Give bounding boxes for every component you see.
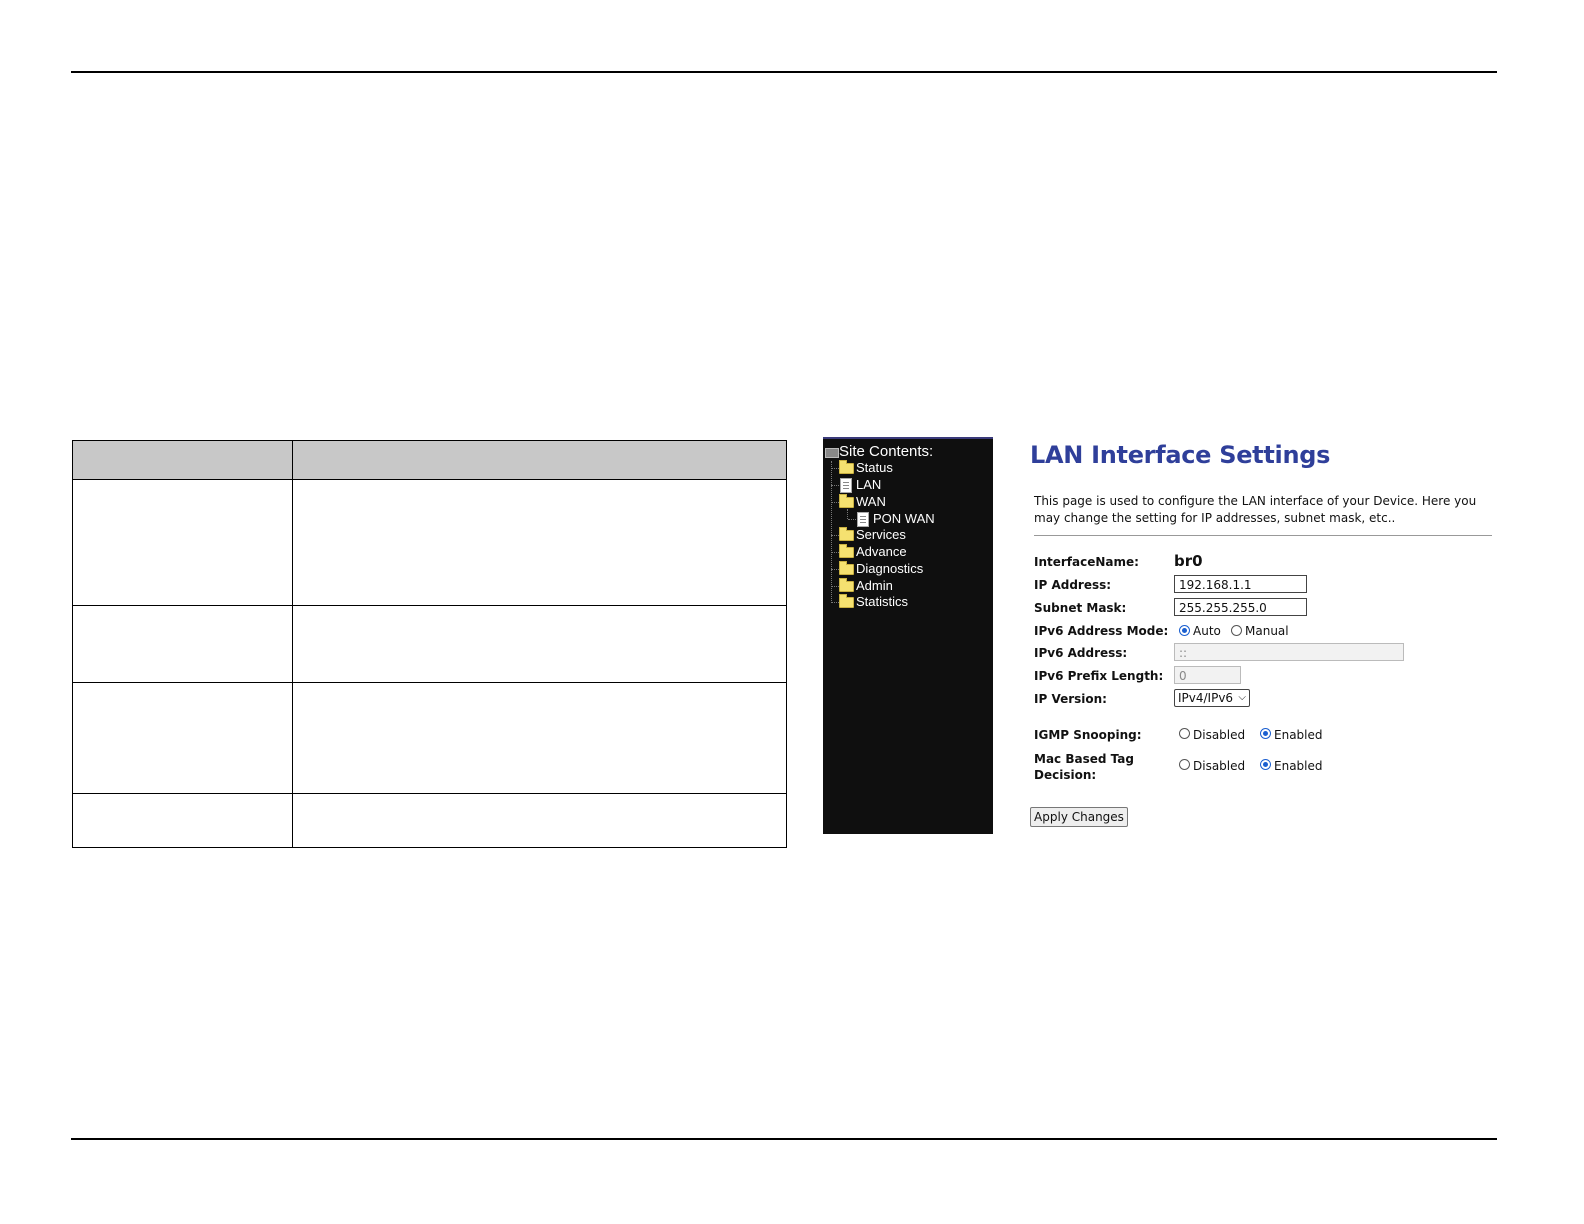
table-cell bbox=[72, 605, 293, 683]
table-row bbox=[72, 793, 787, 848]
mac-tag-enabled-radio[interactable] bbox=[1260, 759, 1271, 770]
igmp-enabled-radio[interactable] bbox=[1260, 728, 1271, 739]
sidebar-title: Site Contents: bbox=[823, 442, 993, 462]
table-cell bbox=[292, 605, 787, 683]
folder-icon bbox=[839, 561, 854, 575]
igmp-enabled-label: Enabled bbox=[1274, 728, 1323, 742]
folder-open-icon bbox=[839, 494, 854, 508]
ip-address-input[interactable]: 192.168.1.1 bbox=[1174, 575, 1307, 593]
mac-tag-disabled-label: Disabled bbox=[1193, 759, 1246, 773]
site-contents-sidebar: Site Contents: Status LAN WAN PON WAN Se… bbox=[823, 437, 993, 834]
table-header-cell bbox=[72, 440, 293, 480]
table-cell bbox=[72, 479, 293, 606]
table-row bbox=[72, 479, 787, 606]
ip-version-label: IP Version: bbox=[1034, 692, 1107, 706]
tree-line bbox=[831, 461, 832, 603]
mac-tag-disabled-radio[interactable] bbox=[1179, 759, 1190, 770]
table-row bbox=[72, 682, 787, 794]
folder-icon bbox=[839, 460, 854, 474]
ip-version-value: IPv4/IPv6 bbox=[1178, 691, 1234, 705]
page-title: LAN Interface Settings bbox=[1030, 441, 1331, 469]
subnet-mask-input[interactable]: 255.255.255.0 bbox=[1174, 598, 1307, 616]
top-rule bbox=[71, 71, 1497, 73]
ipv6-mode-manual-label: Manual bbox=[1245, 624, 1289, 638]
sidebar-title-label: Site Contents: bbox=[839, 443, 934, 460]
computer-icon bbox=[825, 448, 839, 458]
table-cell bbox=[292, 682, 787, 794]
igmp-snooping-label: IGMP Snooping: bbox=[1034, 728, 1142, 742]
table-cell bbox=[292, 793, 787, 848]
lan-settings-panel: LAN Interface Settings This page is used… bbox=[1010, 437, 1500, 837]
ip-version-select[interactable]: IPv4/IPv6 ⌵ bbox=[1174, 689, 1250, 707]
ipv6-address-label: IPv6 Address: bbox=[1034, 646, 1128, 660]
description-table bbox=[72, 440, 787, 848]
tree-line bbox=[847, 509, 848, 519]
igmp-disabled-radio[interactable] bbox=[1179, 728, 1190, 739]
folder-icon bbox=[839, 594, 854, 608]
divider bbox=[1034, 535, 1492, 536]
table-cell bbox=[292, 479, 787, 606]
folder-icon bbox=[839, 527, 854, 541]
ipv6-mode-manual-radio[interactable] bbox=[1231, 625, 1242, 636]
table-header-row bbox=[72, 440, 787, 480]
page-description: This page is used to configure the LAN i… bbox=[1034, 494, 1477, 525]
ipv6-address-input[interactable]: :: bbox=[1174, 643, 1404, 661]
mac-tag-label-line1: Mac Based Tag bbox=[1034, 752, 1134, 766]
bottom-rule bbox=[71, 1138, 1497, 1140]
ipv6-mode-label: IPv6 Address Mode: bbox=[1034, 624, 1169, 638]
subnet-mask-label: Subnet Mask: bbox=[1034, 601, 1127, 615]
ipv6-prefix-input[interactable]: 0 bbox=[1174, 666, 1241, 684]
folder-icon bbox=[839, 578, 854, 592]
interface-name-label: InterfaceName: bbox=[1034, 555, 1139, 569]
mac-tag-enabled-label: Enabled bbox=[1274, 759, 1323, 773]
chevron-down-icon: ⌵ bbox=[1238, 692, 1246, 703]
table-header-cell bbox=[292, 440, 787, 480]
table-row bbox=[72, 605, 787, 683]
table-cell bbox=[72, 793, 293, 848]
ipv6-prefix-label: IPv6 Prefix Length: bbox=[1034, 669, 1164, 683]
ipv6-mode-auto-label: Auto bbox=[1193, 624, 1221, 638]
table-cell bbox=[72, 682, 293, 794]
apply-changes-button[interactable]: Apply Changes bbox=[1030, 807, 1128, 827]
folder-icon bbox=[839, 544, 854, 558]
interface-name-value: br0 bbox=[1174, 552, 1203, 570]
page-icon bbox=[857, 512, 869, 527]
igmp-disabled-label: Disabled bbox=[1193, 728, 1246, 742]
mac-tag-label-line2: Decision: bbox=[1034, 768, 1097, 782]
page-icon bbox=[840, 478, 852, 493]
ipv6-mode-auto-radio[interactable] bbox=[1179, 625, 1190, 636]
ip-address-label: IP Address: bbox=[1034, 578, 1112, 592]
